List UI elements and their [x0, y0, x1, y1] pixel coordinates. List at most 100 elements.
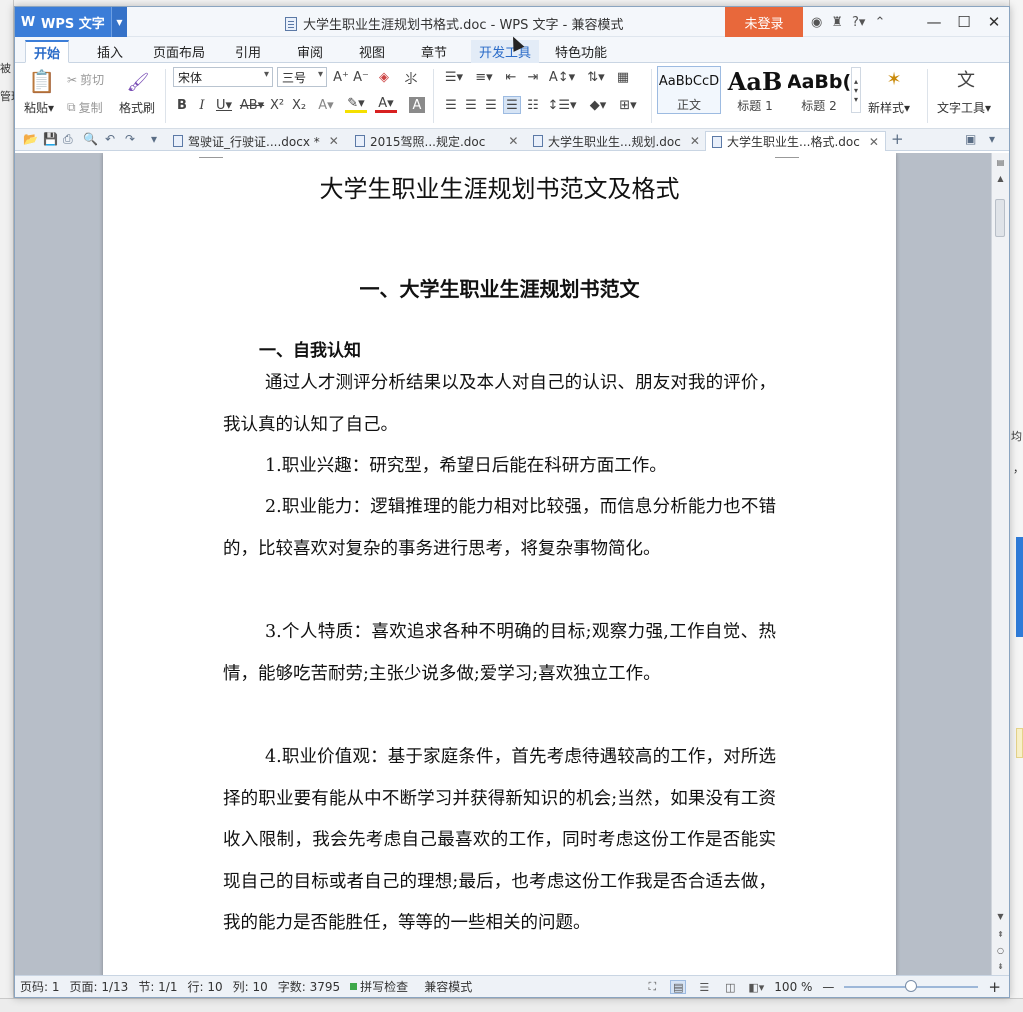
vertical-scrollbar[interactable]: ▤ ▲ ▼ ⇞ ○ ⇟ — [991, 153, 1009, 977]
redo-icon[interactable]: ↷ — [125, 132, 135, 146]
zoom-out-icon[interactable]: — — [822, 980, 834, 994]
clear-format-icon[interactable]: ◈ — [375, 69, 393, 85]
character-shading-icon[interactable]: A — [409, 97, 425, 113]
reading-view-icon[interactable]: ◧▾ — [748, 980, 764, 994]
status-row[interactable]: 行: 10 — [182, 978, 227, 995]
font-name-select[interactable]: 宋体 — [173, 67, 273, 87]
undo-icon[interactable]: ↶ — [105, 132, 115, 146]
tab-view[interactable]: 视图 — [351, 40, 393, 63]
borders-icon[interactable]: ⊞▾ — [617, 97, 639, 113]
tab-review[interactable]: 审阅 — [289, 40, 331, 63]
zoom-slider-knob[interactable] — [905, 980, 918, 992]
chevron-down-icon[interactable]: ▼ — [111, 7, 127, 37]
font-color-icon[interactable]: A▾ — [375, 96, 397, 113]
underline-icon[interactable]: U▾ — [215, 97, 233, 113]
paste-icon[interactable]: 📋 — [28, 69, 55, 95]
browse-object-icon[interactable]: ○ — [992, 943, 1009, 957]
text-tools-icon[interactable]: 文 — [953, 67, 979, 91]
style-normal[interactable]: AaBbCcD 正文 — [657, 66, 721, 114]
help-button[interactable]: ?▾ — [852, 15, 865, 30]
highlight-icon[interactable]: ✎▾ — [345, 96, 367, 113]
cut-button[interactable]: ✂ 剪切 — [67, 71, 104, 88]
status-section[interactable]: 节: 1/1 — [133, 978, 182, 995]
scroll-split-icon[interactable]: ▤ — [992, 155, 1009, 169]
new-style-button[interactable]: 新样式 ▾ — [868, 99, 910, 116]
full-screen-icon[interactable]: ⛶ — [644, 980, 660, 994]
status-page-code[interactable]: 页码: 1 — [15, 978, 65, 995]
close-tab-icon[interactable]: ✕ — [508, 134, 518, 148]
tab-chapter[interactable]: 章节 — [413, 40, 455, 63]
print-icon[interactable]: ⎙ — [63, 132, 73, 147]
document-tab[interactable]: 2015驾照...规定.doc ✕ — [349, 131, 524, 151]
tab-insert[interactable]: 插入 — [89, 40, 131, 63]
sort-icon[interactable]: ⇅▾ — [585, 69, 607, 85]
character-scale-icon[interactable]: A↕▾ — [549, 69, 575, 85]
maximize-icon[interactable]: ☐ — [949, 7, 979, 37]
styles-scroll-icon[interactable]: ▴ ▾ ▾ — [851, 67, 861, 113]
numbered-list-icon[interactable]: ≡▾ — [471, 69, 497, 85]
format-painter-icon[interactable]: 🖌 — [125, 69, 151, 95]
tab-special-features[interactable]: 特色功能 — [547, 40, 615, 63]
tab-list-icon[interactable]: ▣ — [965, 132, 976, 146]
scrollbar-thumb[interactable] — [995, 199, 1005, 237]
minimize-icon[interactable]: — — [919, 7, 949, 37]
close-tab-icon[interactable]: ✕ — [690, 134, 700, 148]
document-page[interactable]: 大学生职业生涯规划书范文及格式 一、大学生职业生涯规划书范文 一、自我认知 通过… — [103, 153, 896, 977]
grow-font-icon[interactable]: A⁺ — [333, 69, 349, 85]
text-effect-icon[interactable]: A▾ — [315, 97, 337, 113]
quick-access-dropdown-icon[interactable]: ▾ — [151, 132, 157, 146]
italic-icon[interactable]: I — [195, 97, 209, 113]
bold-icon[interactable]: B — [175, 97, 189, 113]
web-view-icon[interactable]: ◫ — [722, 980, 738, 994]
zoom-slider[interactable] — [844, 980, 979, 992]
open-folder-icon[interactable]: 📂 — [23, 132, 38, 146]
status-page-count[interactable]: 页面: 1/13 — [65, 978, 134, 995]
status-column[interactable]: 列: 10 — [228, 978, 273, 995]
align-left-icon[interactable]: ☰ — [443, 97, 459, 113]
close-icon[interactable]: ✕ — [979, 7, 1009, 37]
tab-page-layout[interactable]: 页面布局 — [145, 40, 213, 63]
outline-view-icon[interactable]: ☰ — [696, 980, 712, 994]
text-tools-button[interactable]: 文字工具 ▾ — [937, 99, 991, 116]
shirt-icon[interactable]: ♜ — [831, 15, 843, 30]
print-preview-icon[interactable]: 🔍 — [83, 132, 98, 146]
increase-indent-icon[interactable]: ⇥ — [525, 69, 541, 85]
scroll-up-icon[interactable]: ▲ — [992, 171, 1009, 185]
distribute-icon[interactable]: ☷ — [525, 97, 541, 113]
skin-icon[interactable]: ◉ — [811, 15, 822, 30]
close-tab-icon[interactable]: ✕ — [869, 135, 879, 149]
subscript-icon[interactable]: X₂ — [291, 97, 307, 113]
zoom-level[interactable]: 100 % — [774, 980, 812, 994]
close-tab-icon[interactable]: ✕ — [329, 134, 339, 148]
style-heading-1[interactable]: AaB 标题 1 — [723, 66, 787, 114]
pinyin-icon[interactable]: ⺢ — [401, 69, 421, 87]
next-page-icon[interactable]: ⇟ — [992, 959, 1009, 973]
tab-home[interactable]: 开始 — [25, 40, 70, 63]
copy-button[interactable]: ⧉ 复制 — [67, 99, 103, 116]
previous-page-icon[interactable]: ⇞ — [992, 927, 1009, 941]
superscript-icon[interactable]: X² — [269, 97, 285, 113]
spell-check-button[interactable]: 拼写检查 — [345, 978, 413, 995]
collapse-ribbon-icon[interactable]: ⌃ — [874, 15, 885, 30]
tab-references[interactable]: 引用 — [227, 40, 269, 63]
document-tab-active[interactable]: 大学生职业生...格式.doc ✕ — [705, 131, 886, 151]
paragraph-shading-icon[interactable]: ◆▾ — [585, 97, 611, 113]
align-right-icon[interactable]: ☰ — [483, 97, 499, 113]
tab-developer[interactable]: 开发工具 — [471, 40, 540, 63]
font-size-select[interactable]: 三号 — [277, 67, 327, 87]
bullet-list-icon[interactable]: ☰▾ — [441, 69, 467, 85]
new-style-icon[interactable]: ✶ — [881, 67, 907, 91]
login-button[interactable]: 未登录 — [725, 7, 803, 37]
tab-menu-icon[interactable]: ▾ — [989, 132, 995, 146]
status-word-count[interactable]: 字数: 3795 — [273, 978, 345, 995]
line-spacing-icon[interactable]: ↕☰▾ — [547, 97, 576, 113]
wps-app-menu-button[interactable]: W WPS 文字 ▼ — [15, 7, 127, 37]
scroll-down-icon[interactable]: ▼ — [992, 909, 1009, 923]
justify-icon[interactable]: ☰ — [503, 96, 521, 114]
decrease-indent-icon[interactable]: ⇤ — [503, 69, 519, 85]
new-tab-icon[interactable]: + — [891, 130, 904, 148]
document-tab[interactable]: 驾驶证_行驶证....docx * ✕ — [167, 131, 345, 151]
format-painter-button[interactable]: 格式刷 — [119, 99, 155, 116]
shrink-font-icon[interactable]: A⁻ — [353, 69, 369, 85]
page-view-icon[interactable]: ▤ — [670, 980, 687, 994]
